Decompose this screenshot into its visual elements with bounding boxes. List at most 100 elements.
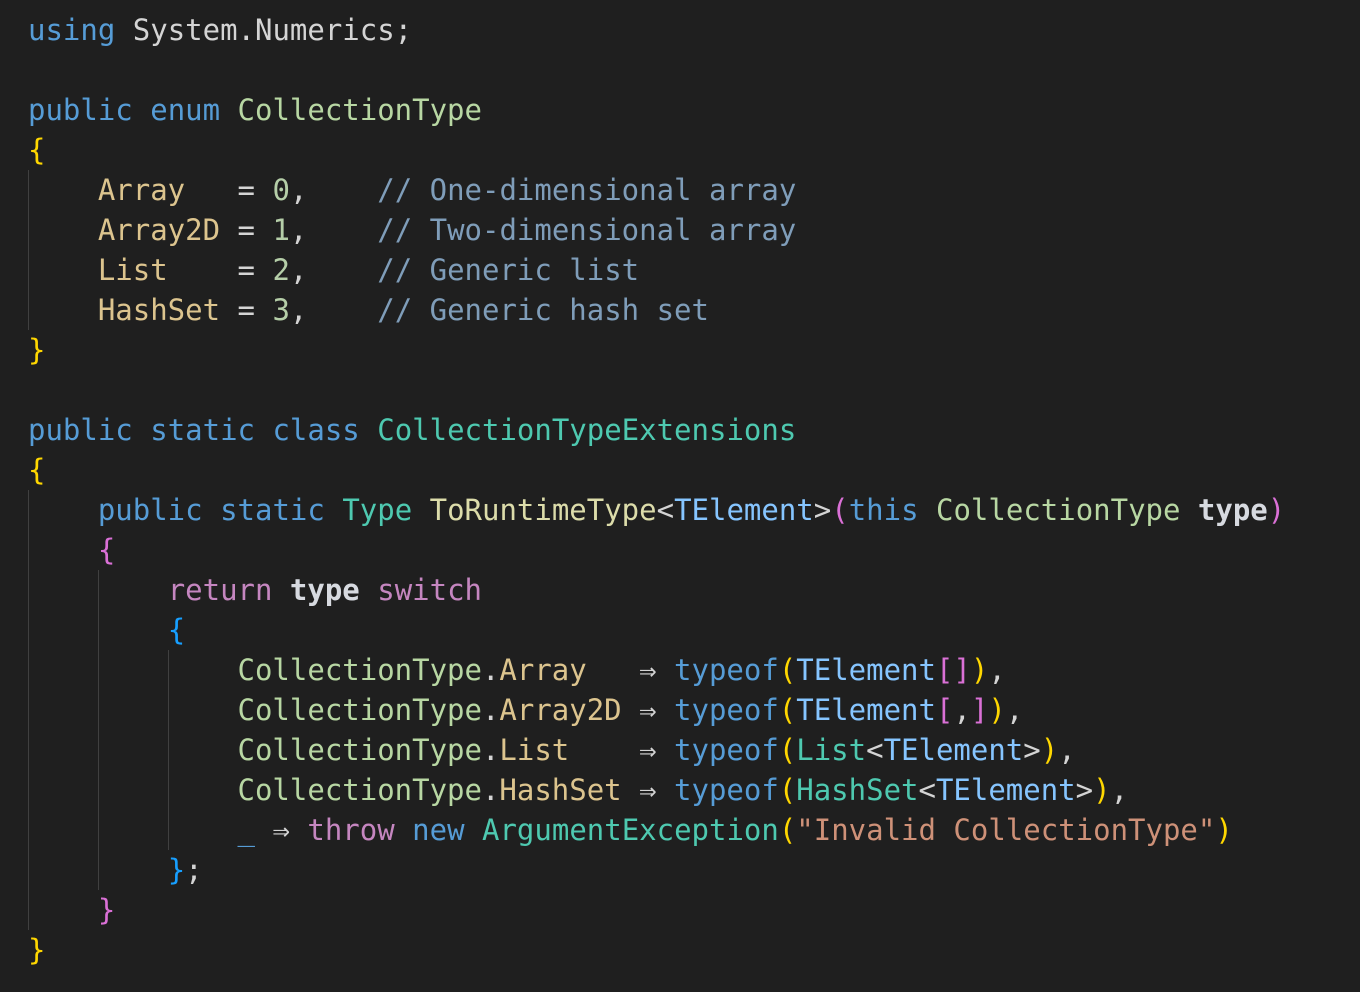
code-line: { (28, 450, 1285, 490)
code-line: { (28, 530, 1285, 570)
code-token: public (28, 413, 133, 447)
code-token: ) (1093, 773, 1111, 807)
code-line: HashSet = 3, // Generic hash set (28, 290, 1285, 330)
code-token: , (1058, 733, 1076, 767)
code-text-area[interactable]: using System.Numerics;​public enum Colle… (28, 10, 1285, 970)
code-token: TElement (883, 733, 1024, 767)
code-line: _ ⇒ throw new ArgumentException("Invalid… (28, 810, 1285, 850)
code-line: Array2D = 1, // Two-dimensional array (28, 210, 1285, 250)
code-token: HashSet (796, 773, 919, 807)
code-editor[interactable]: using System.Numerics;​public enum Colle… (0, 0, 1360, 992)
code-token: [ (935, 693, 954, 727)
code-token: 3 (272, 293, 290, 327)
code-token: ( (778, 733, 797, 767)
code-line: return type switch (28, 570, 1285, 610)
code-line: } (28, 930, 1285, 970)
code-token: , (289, 293, 378, 327)
code-token: , (289, 253, 378, 287)
code-token: switch (377, 573, 482, 607)
code-token: System.Numerics; (115, 13, 413, 47)
code-token: ArgumentException (482, 813, 779, 847)
code-line: Array = 0, // One-dimensional array (28, 170, 1285, 210)
code-line: ​ (28, 50, 1285, 90)
code-token: , (289, 213, 378, 247)
code-token: TElement (674, 493, 814, 527)
code-token: ) (1267, 493, 1286, 527)
code-token: HashSet (97, 293, 221, 327)
code-token: ⇒ (586, 653, 675, 687)
code-token: new (412, 813, 465, 847)
code-token: > (813, 493, 832, 527)
code-token: ⇒ (621, 773, 675, 807)
code-token: ) (1215, 813, 1233, 847)
code-token: List (97, 253, 168, 287)
code-line: } (28, 330, 1285, 370)
code-token: ⇒ (621, 693, 675, 727)
code-token: { (28, 133, 46, 167)
code-token: } (28, 933, 46, 967)
code-line: { (28, 130, 1285, 170)
code-token: . (481, 773, 500, 807)
code-token: . (481, 653, 500, 687)
code-token: ⇒ (254, 813, 308, 847)
code-token: // Generic hash set (377, 293, 709, 327)
code-token: CollectionType (237, 653, 482, 687)
code-token: { (28, 453, 46, 487)
code-line: }; (28, 850, 1285, 890)
code-token: type (1197, 493, 1268, 527)
code-token: CollectionType (237, 733, 482, 767)
code-token: 1 (272, 213, 290, 247)
code-line: List = 2, // Generic list (28, 250, 1285, 290)
code-line: public static Type ToRuntimeType<TElemen… (28, 490, 1285, 530)
code-line: using System.Numerics; (28, 10, 1285, 50)
code-token: "Invalid CollectionType" (796, 813, 1216, 847)
code-token: ( (778, 653, 797, 687)
code-token: 2 (272, 253, 290, 287)
code-token: ; (185, 853, 203, 887)
code-token: typeof (674, 693, 779, 727)
code-token: , (1005, 693, 1024, 727)
code-token: List (796, 733, 867, 767)
code-line: public enum CollectionType (28, 90, 1285, 130)
code-token: ( (778, 693, 797, 727)
code-token: return (167, 573, 273, 607)
code-token: typeof (674, 773, 779, 807)
code-token: HashSet (499, 773, 622, 807)
code-token: ) (988, 693, 1006, 727)
code-token: . (481, 693, 500, 727)
code-token: } (167, 853, 186, 887)
code-token: ( (831, 493, 849, 527)
code-line: public static class CollectionTypeExtens… (28, 410, 1285, 450)
code-line: CollectionType.Array ⇒ typeof(TElement[]… (28, 650, 1285, 690)
code-token: Array (97, 173, 186, 207)
code-token: = (185, 173, 273, 207)
code-line: CollectionType.HashSet ⇒ typeof(HashSet<… (28, 770, 1285, 810)
code-token: Array2D (97, 213, 221, 247)
code-token: Type (342, 493, 413, 527)
code-token: CollectionType (237, 693, 482, 727)
code-token: TElement (796, 693, 936, 727)
code-token: static (150, 413, 255, 447)
code-token: , (289, 173, 378, 207)
